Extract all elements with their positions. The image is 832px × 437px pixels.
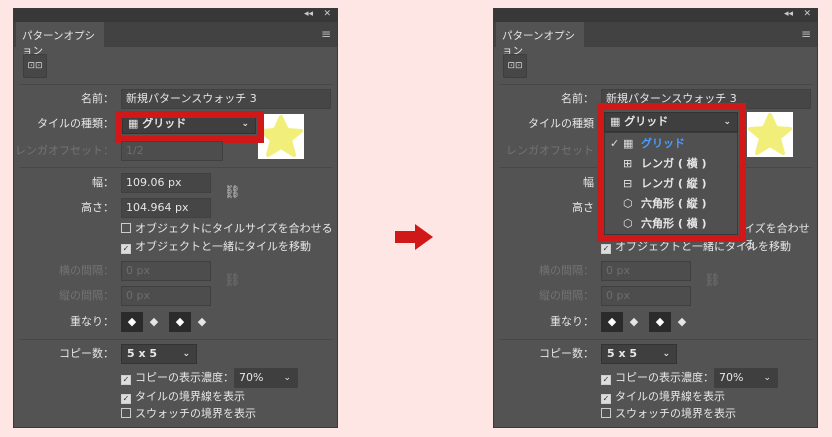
height-label: 高さ bbox=[572, 201, 594, 214]
show-swatch-bounds-checkbox[interactable]: スウォッチの境界を表示 bbox=[601, 406, 736, 422]
width-label: 幅： bbox=[92, 176, 114, 189]
tab-pattern-options[interactable]: パターンオプション bbox=[16, 22, 104, 57]
pattern-options-panel-after: ◂◂ ✕ パターンオプション ≡ ⊡⊡ 名前： 新規パターンスウォッチ 3 タイ… bbox=[493, 8, 818, 428]
overlap-right-button[interactable]: ◆ bbox=[623, 312, 645, 332]
overlap-top-button[interactable]: ◆ bbox=[169, 312, 191, 332]
pattern-options-panel-before: ◂◂ ✕ パターンオプション ≡ ⊡⊡ 名前： 新規パターンスウォッチ 3 タイ… bbox=[13, 8, 338, 428]
brick-offset-select[interactable]: 1/2 bbox=[121, 141, 223, 161]
close-icon[interactable]: ✕ bbox=[803, 9, 811, 19]
divider bbox=[500, 84, 812, 85]
width-label: 幅 bbox=[583, 176, 594, 189]
tab-pattern-options[interactable]: パターンオプション bbox=[496, 22, 584, 57]
overlap-label: 重なり： bbox=[550, 315, 594, 328]
copies-select[interactable]: 5 x 5 ⌄ bbox=[121, 344, 197, 364]
show-swatch-bounds-checkbox[interactable]: スウォッチの境界を表示 bbox=[121, 406, 256, 422]
overlap-label: 重なり： bbox=[70, 315, 114, 328]
link-icon[interactable]: ⛓ bbox=[224, 185, 241, 200]
v-spacing-input[interactable]: 0 px bbox=[601, 286, 691, 306]
height-label: 高さ： bbox=[81, 201, 114, 214]
v-spacing-label: 縦の間隔： bbox=[539, 289, 594, 302]
divider bbox=[20, 339, 332, 340]
overlap-left-button[interactable]: ◆ bbox=[601, 312, 623, 332]
panel-menu-icon[interactable]: ≡ bbox=[801, 27, 811, 41]
chevron-down-icon: ⌄ bbox=[182, 349, 190, 359]
divider bbox=[20, 84, 332, 85]
close-icon[interactable]: ✕ bbox=[323, 9, 331, 19]
pattern-preview-thumbnail bbox=[258, 114, 304, 159]
height-input[interactable]: 104.964 px bbox=[121, 198, 211, 218]
panel-top-strip: ◂◂ ✕ bbox=[494, 9, 817, 22]
name-input[interactable]: 新規パターンスウォッチ 3 bbox=[121, 89, 331, 109]
link-icon-disabled: ⛓ bbox=[224, 273, 241, 288]
h-spacing-input[interactable]: 0 px bbox=[601, 261, 691, 281]
brick-offset-label: レンガオフセット： bbox=[15, 144, 114, 157]
copies-label: コピー数： bbox=[539, 347, 594, 360]
chevron-down-icon: ⌄ bbox=[763, 373, 771, 383]
brick-offset-label: レンガオフセット bbox=[506, 144, 594, 157]
dim-copies-checkbox[interactable]: ✓ コピーの表示濃度： bbox=[121, 370, 234, 386]
dim-value-combo[interactable]: 70% ⌄ bbox=[714, 368, 778, 388]
v-spacing-label: 縦の間隔： bbox=[59, 289, 114, 302]
pattern-preview-thumbnail bbox=[747, 112, 793, 157]
divider bbox=[500, 339, 812, 340]
fit-tile-checkbox[interactable]: オブジェクトにタイルサイズを合わせる bbox=[121, 221, 333, 237]
chevron-down-icon: ⌄ bbox=[662, 349, 670, 359]
arrow-right-icon bbox=[395, 224, 433, 250]
star-shape bbox=[259, 115, 303, 157]
collapse-icon[interactable]: ◂◂ bbox=[304, 9, 313, 19]
name-label: 名前： bbox=[81, 92, 114, 105]
overlap-bottom-button[interactable]: ◆ bbox=[671, 312, 693, 332]
tile-edit-tool-button[interactable]: ⊡⊡ bbox=[503, 54, 527, 78]
tile-edit-tool-button[interactable]: ⊡⊡ bbox=[23, 54, 47, 78]
panel-menu-icon[interactable]: ≡ bbox=[321, 27, 331, 41]
chevron-down-icon: ⌄ bbox=[283, 373, 291, 383]
overlap-top-button[interactable]: ◆ bbox=[649, 312, 671, 332]
highlight-box bbox=[115, 111, 264, 143]
overlap-bottom-button[interactable]: ◆ bbox=[191, 312, 213, 332]
h-spacing-input[interactable]: 0 px bbox=[121, 261, 211, 281]
h-spacing-label: 横の間隔： bbox=[59, 264, 114, 277]
highlight-box bbox=[597, 103, 746, 242]
show-tile-edge-checkbox[interactable]: ✓ タイルの境界線を表示 bbox=[121, 389, 245, 405]
collapse-icon[interactable]: ◂◂ bbox=[784, 9, 793, 19]
panel-top-strip: ◂◂ ✕ bbox=[14, 9, 337, 22]
width-input[interactable]: 109.06 px bbox=[121, 173, 211, 193]
tab-bar: パターンオプション ≡ bbox=[494, 22, 817, 57]
name-label: 名前： bbox=[561, 92, 594, 105]
dim-value-combo[interactable]: 70% ⌄ bbox=[234, 368, 298, 388]
star-shape bbox=[748, 113, 792, 155]
copies-label: コピー数： bbox=[59, 347, 114, 360]
tab-bar: パターンオプション ≡ bbox=[14, 22, 337, 57]
dim-copies-checkbox[interactable]: ✓ コピーの表示濃度： bbox=[601, 370, 714, 386]
divider bbox=[20, 167, 332, 168]
tile-type-label: タイルの種類： bbox=[37, 117, 114, 130]
move-tile-checkbox[interactable]: ✓ オブジェクトと一緒にタイルを移動 bbox=[121, 239, 311, 255]
v-spacing-input[interactable]: 0 px bbox=[121, 286, 211, 306]
link-icon-disabled: ⛓ bbox=[704, 273, 721, 288]
show-tile-edge-checkbox[interactable]: ✓ タイルの境界線を表示 bbox=[601, 389, 725, 405]
h-spacing-label: 横の間隔： bbox=[539, 264, 594, 277]
copies-select[interactable]: 5 x 5 ⌄ bbox=[601, 344, 677, 364]
tile-type-label: タイルの種類 bbox=[528, 117, 594, 130]
overlap-right-button[interactable]: ◆ bbox=[143, 312, 165, 332]
overlap-left-button[interactable]: ◆ bbox=[121, 312, 143, 332]
